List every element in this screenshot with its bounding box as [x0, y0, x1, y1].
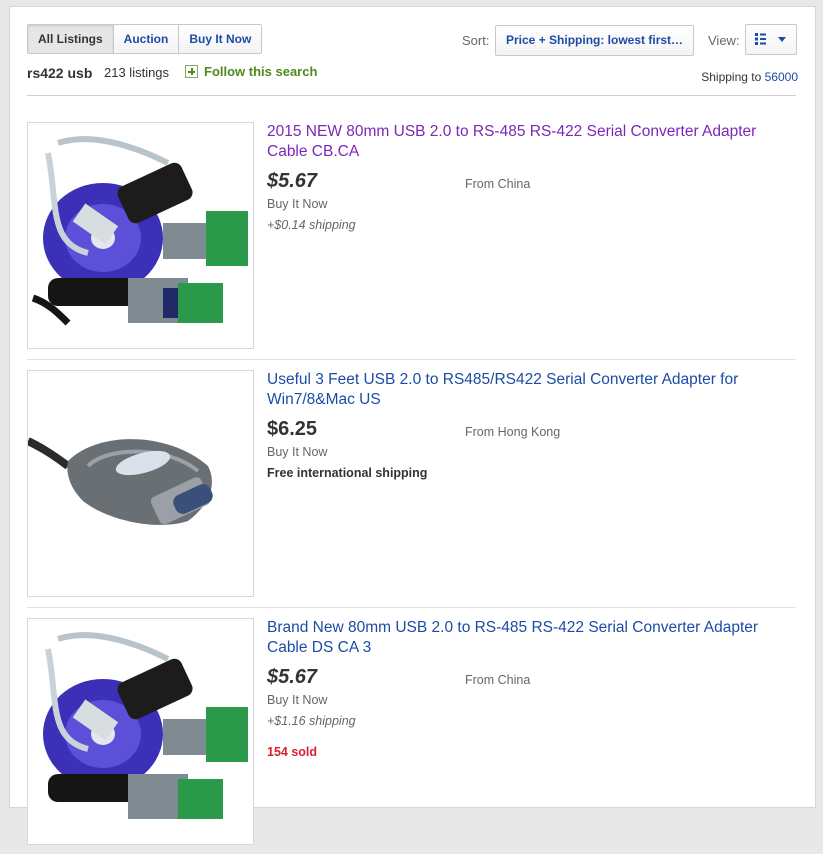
follow-search-label: Follow this search	[204, 64, 318, 79]
listing-location: From Hong Kong	[465, 425, 561, 439]
listing-item: 2015 NEW 80mm USB 2.0 to RS-485 RS-422 S…	[27, 122, 796, 358]
listing-location: From China	[465, 673, 531, 687]
listing-title-link[interactable]: Brand New 80mm USB 2.0 to RS-485 RS-422 …	[267, 618, 787, 658]
result-count: 213 listings	[104, 65, 170, 80]
listing-location: From China	[465, 177, 531, 191]
tab-all-listings[interactable]: All Listings	[27, 24, 114, 54]
tab-buy-it-now[interactable]: Buy It Now	[178, 24, 263, 54]
list-view-icon	[755, 33, 766, 45]
listing-thumbnail[interactable]	[27, 122, 254, 349]
listing-price: $6.25	[267, 418, 318, 440]
sort-dropdown[interactable]: Price + Shipping: lowest first…	[495, 25, 694, 56]
follow-search-link[interactable]: Follow this search	[185, 64, 317, 79]
listing-price: $5.67	[267, 170, 318, 192]
listing-thumbnail[interactable]	[27, 370, 254, 597]
plus-icon	[185, 65, 198, 78]
listing-thumbnail[interactable]	[27, 618, 254, 845]
sold-count: 154 sold	[267, 745, 318, 759]
view-dropdown-button[interactable]	[745, 24, 797, 55]
listing-shipping: +$0.14 shipping	[267, 218, 356, 232]
listing-format: Buy It Now	[267, 445, 328, 459]
listing-format: Buy It Now	[267, 197, 328, 211]
search-results-panel: All Listings Auction Buy It Now Sort: Pr…	[9, 6, 816, 845]
listing-shipping: Free international shipping	[267, 466, 428, 480]
listing-price: $5.67	[267, 666, 318, 688]
listing-title-link[interactable]: 2015 NEW 80mm USB 2.0 to RS-485 RS-422 S…	[267, 122, 787, 162]
header-divider	[27, 95, 796, 96]
row-divider	[27, 359, 796, 360]
shipping-to: Shipping to 56000	[701, 70, 798, 84]
usb-rs485-adapter-image	[28, 123, 253, 348]
usb-serial-cable-image	[28, 371, 253, 596]
sort-label: Sort:	[462, 33, 490, 48]
listing-title-link[interactable]: Useful 3 Feet USB 2.0 to RS485/RS422 Ser…	[267, 370, 787, 410]
listing-format: Buy It Now	[267, 693, 328, 707]
view-label: View:	[708, 33, 740, 48]
listing-type-tabs: All Listings Auction Buy It Now	[27, 24, 263, 54]
usb-rs485-adapter-image	[28, 619, 253, 844]
shipping-zip-link[interactable]: 56000	[765, 70, 798, 84]
listing-shipping: +$1.16 shipping	[267, 714, 356, 728]
tab-auction[interactable]: Auction	[112, 24, 180, 54]
search-query: rs422 usb	[27, 65, 93, 81]
listing-item: Brand New 80mm USB 2.0 to RS-485 RS-422 …	[27, 618, 796, 854]
listing-item: Useful 3 Feet USB 2.0 to RS485/RS422 Ser…	[27, 370, 796, 606]
shipping-to-label: Shipping to	[701, 70, 762, 84]
row-divider	[27, 607, 796, 608]
chevron-down-icon	[778, 37, 786, 42]
